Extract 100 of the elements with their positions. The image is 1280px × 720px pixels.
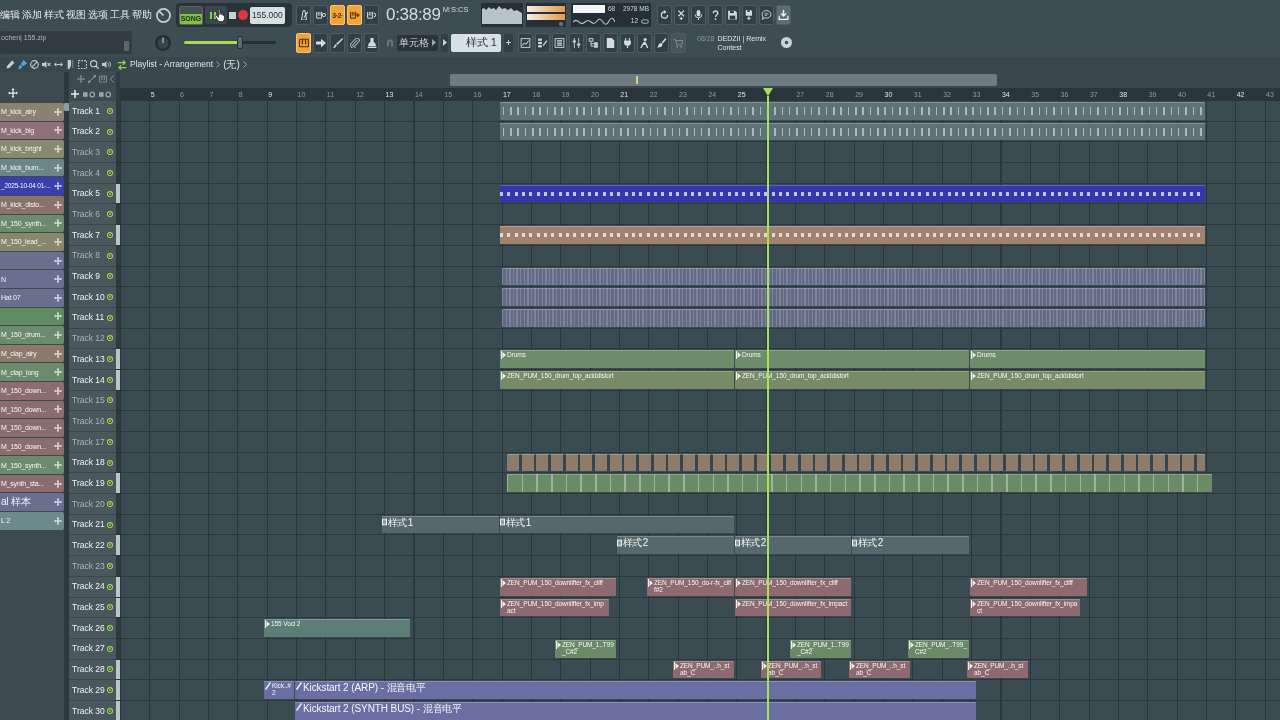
chat-icon[interactable]	[759, 5, 774, 25]
led-icon[interactable]	[107, 562, 113, 569]
pattern-clip[interactable]: 样式 1	[382, 515, 499, 534]
led-icon[interactable]	[107, 128, 113, 135]
download-icon[interactable]	[776, 5, 791, 25]
track-header[interactable]: Track 10	[69, 287, 116, 308]
brush-icon[interactable]	[18, 60, 27, 69]
led-icon[interactable]	[107, 542, 113, 549]
led-icon[interactable]	[107, 625, 113, 632]
scrollbar-thumb[interactable]	[64, 103, 69, 111]
plug-icon[interactable]	[620, 32, 635, 53]
led-icon[interactable]	[107, 231, 113, 238]
person-icon[interactable]	[637, 32, 652, 53]
menu-item[interactable]: 添加	[22, 10, 41, 20]
track-header[interactable]: Track 20	[69, 494, 116, 515]
track-header[interactable]: Track 14	[69, 369, 116, 391]
pattern-clip[interactable]	[502, 288, 1205, 306]
pattern-selector[interactable]: 样式 1	[451, 33, 501, 52]
vertical-scrollbar[interactable]	[64, 72, 69, 720]
tempo-field[interactable]: 155.000	[250, 6, 285, 24]
led-icon[interactable]	[107, 356, 113, 363]
stop-icon[interactable]	[229, 11, 236, 19]
pattern-clip[interactable]: 样式 2	[617, 536, 734, 555]
pattern-menu-button[interactable]	[441, 33, 448, 52]
track-header[interactable]: Track 28	[69, 659, 116, 681]
knob-icon[interactable]	[155, 34, 171, 51]
arrangement-name[interactable]: (无)	[223, 59, 240, 70]
clip-source-item[interactable]	[0, 251, 64, 270]
audio-clip[interactable]	[507, 453, 1205, 472]
snap-selector[interactable]: 单元格	[397, 34, 438, 51]
pattern-clip[interactable]: 样式 2	[852, 536, 969, 555]
track-header[interactable]: Track 2	[69, 121, 116, 143]
save-plus-icon[interactable]	[742, 5, 757, 25]
track-header[interactable]: Track 8	[69, 245, 116, 267]
scrollbar-thumb[interactable]	[450, 74, 997, 86]
wait-input-button[interactable]	[313, 5, 328, 25]
pattern-clip[interactable]	[500, 122, 1205, 141]
led-icon[interactable]	[107, 252, 113, 259]
plus-icon[interactable]	[71, 90, 79, 98]
led-icon[interactable]	[107, 211, 113, 218]
script-button[interactable]	[330, 32, 345, 53]
speaker-icon[interactable]	[102, 60, 111, 69]
track-header[interactable]: Track 7	[69, 225, 116, 246]
track-header[interactable]: Track 24	[69, 576, 116, 598]
audio-clip[interactable]	[507, 474, 1212, 493]
track-header[interactable]: Track 19	[69, 473, 116, 495]
track-header[interactable]: Track 22	[69, 535, 116, 557]
track-header[interactable]: Track 23	[69, 556, 116, 577]
pattern-clip[interactable]	[502, 308, 1205, 327]
track-header[interactable]: Track 9	[69, 266, 116, 288]
add-pattern-button[interactable]	[504, 33, 513, 52]
track-header[interactable]: Track 5	[69, 183, 116, 205]
automation-clip[interactable]: Kickstart 2 (SYNTH BUS) - 混音电平	[295, 701, 976, 720]
save-icon[interactable]	[725, 5, 740, 25]
led-icon[interactable]	[107, 335, 113, 342]
volume-thumb[interactable]	[237, 36, 244, 49]
led-icon[interactable]	[107, 314, 113, 321]
led-icon[interactable]	[107, 645, 113, 652]
delete-icon[interactable]	[30, 60, 39, 69]
led-icon[interactable]	[107, 707, 113, 714]
clip-source-item[interactable]: al 样本	[0, 493, 64, 512]
menu-item[interactable]: 工具	[110, 10, 129, 20]
blend-notes-button[interactable]	[347, 5, 362, 25]
list-icon[interactable]	[552, 32, 567, 53]
step-edit-button[interactable]	[313, 32, 328, 53]
pattern-clip[interactable]	[502, 267, 1205, 286]
play-button[interactable]	[205, 6, 227, 24]
menu-item[interactable]: 样式	[44, 10, 63, 20]
stamp-button[interactable]	[364, 32, 379, 53]
folder-tree-icon[interactable]	[586, 32, 601, 53]
microphone-icon[interactable]	[691, 5, 706, 25]
mixer-icon[interactable]	[569, 32, 584, 53]
double-arrow-icon[interactable]	[54, 60, 63, 69]
track-header[interactable]: Track 6	[69, 204, 116, 226]
led-icon[interactable]	[107, 459, 113, 466]
track-header[interactable]: Track 13	[69, 349, 116, 370]
blocks-icon[interactable]	[535, 32, 550, 53]
keyboard-icon[interactable]	[99, 75, 107, 83]
pattern-clip[interactable]: 样式 1	[500, 515, 734, 534]
line-icon[interactable]	[88, 75, 96, 83]
led-icon[interactable]	[107, 521, 113, 528]
track-header[interactable]: Track 26	[69, 618, 116, 639]
knife-icon[interactable]	[66, 60, 75, 69]
track-header[interactable]: Track 25	[69, 597, 116, 619]
led-icon[interactable]	[107, 273, 113, 280]
clip-source-item[interactable]	[0, 307, 64, 326]
menu-item[interactable]: 帮助	[132, 10, 151, 20]
pencil-icon[interactable]	[6, 60, 15, 69]
led-icon[interactable]	[107, 169, 113, 176]
track-header[interactable]: Track 29	[69, 680, 116, 701]
led-icon[interactable]	[107, 480, 113, 487]
cut-plus-icon[interactable]	[674, 5, 689, 25]
square-circle-icon[interactable]	[99, 90, 111, 98]
menu-item[interactable]: 选项	[88, 10, 107, 20]
led-icon[interactable]	[107, 500, 113, 507]
led-icon[interactable]	[107, 149, 113, 156]
track-header[interactable]: Track 16	[69, 411, 116, 432]
chevron-left-icon[interactable]	[110, 75, 114, 83]
led-icon[interactable]	[107, 107, 113, 114]
track-header[interactable]: Track 1	[69, 101, 116, 122]
